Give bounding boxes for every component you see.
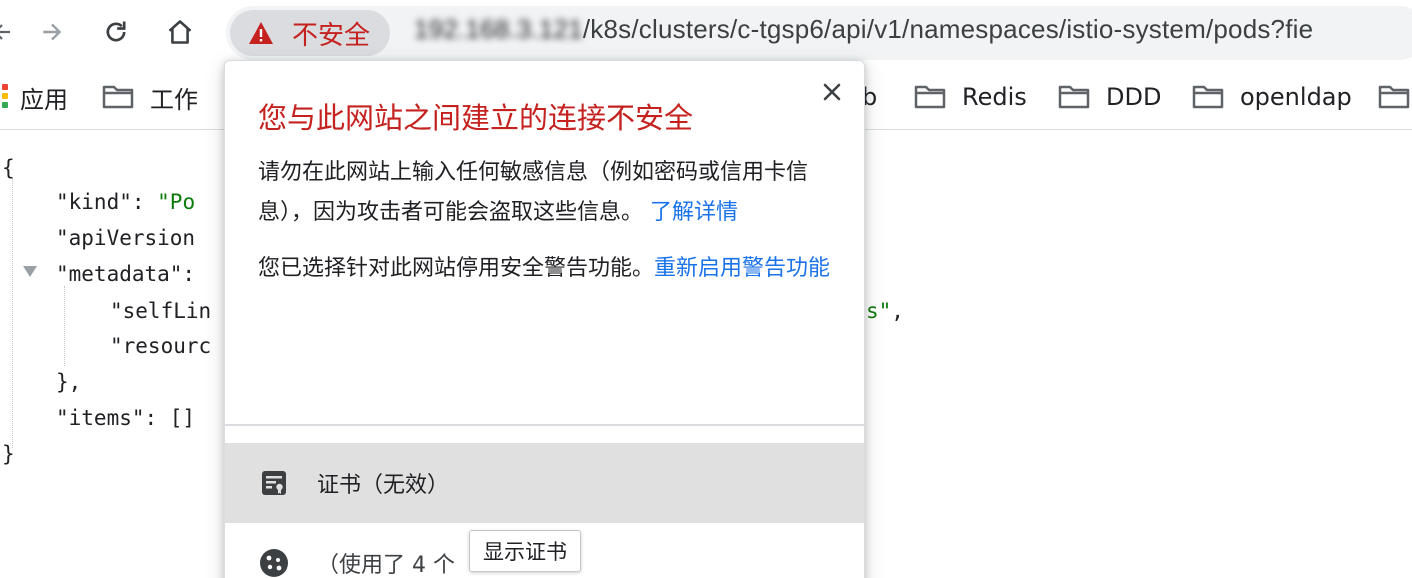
disabled-text: 您已选择针对此网站停用安全警告功能。 [258, 256, 655, 281]
security-chip-label: 不安全 [292, 20, 371, 51]
popup-body: 请勿在此网站上输入任何敏感信息（例如密码或信用卡信息），因为攻击者可能会盗取这些… [258, 153, 838, 289]
folder-icon [1378, 85, 1410, 109]
disabled-warning-paragraph: 您已选择针对此网站停用安全警告功能。重新启用警告功能 [258, 249, 838, 289]
url-text[interactable]: 192.168.3.121/k8s/clusters/c-tgsp6/api/v… [414, 14, 1313, 45]
show-certificate-tooltip: 显示证书 [469, 530, 581, 572]
json-line-apiversion: "apiVersion [56, 226, 196, 250]
back-arrow-icon[interactable] [0, 12, 22, 52]
json-open-brace: { [2, 156, 15, 180]
forward-arrow-icon[interactable] [32, 12, 72, 52]
json-key: "kind": [56, 190, 158, 214]
bookmark-label: openldap [1240, 83, 1352, 111]
cookie-icon [260, 549, 288, 577]
site-security-popup: 您与此网站之间建立的连接不安全 请勿在此网站上输入任何敏感信息（例如密码或信用卡… [224, 60, 865, 578]
insecure-warning-paragraph: 请勿在此网站上输入任何敏感信息（例如密码或信用卡信息），因为攻击者可能会盗取这些… [258, 153, 838, 233]
folder-icon [1058, 85, 1090, 109]
bookmark-label: 应用 [20, 85, 68, 114]
json-close-brace: } [2, 442, 15, 466]
apps-icon [2, 84, 8, 110]
url-host: 192.168.3.121 [414, 14, 583, 44]
bookmark-apps[interactable]: 应用 [2, 80, 68, 114]
bookmark-label: Redis [962, 83, 1027, 111]
certificate-icon [262, 471, 286, 495]
bookmark-folder-more[interactable] [1378, 80, 1412, 114]
home-icon[interactable] [160, 12, 200, 52]
popup-divider [225, 424, 864, 426]
json-line-metadata-close: }, [56, 370, 82, 394]
warning-triangle-icon [249, 22, 273, 44]
popup-title: 您与此网站之间建立的连接不安全 [258, 101, 694, 135]
json-line-selflink-tail: s", [866, 293, 904, 329]
close-icon[interactable] [817, 77, 847, 107]
security-indicator-button[interactable]: 不安全 [230, 10, 390, 56]
url-path: /k8s/clusters/c-tgsp6/api/v1/namespaces/… [582, 14, 1314, 44]
json-value: s" [866, 299, 892, 323]
json-line-resourceversion: "resourc [110, 334, 212, 358]
json-line-selflink: "selfLin [110, 299, 212, 323]
bookmark-folder-work[interactable]: 工作 [102, 80, 198, 114]
collapse-toggle-icon[interactable] [23, 266, 37, 277]
folder-icon [1192, 85, 1224, 109]
indent-guide [64, 286, 65, 366]
learn-more-link[interactable]: 了解详情 [650, 200, 738, 225]
certificate-row[interactable]: 证书（无效） [225, 443, 864, 523]
reenable-warnings-link[interactable]: 重新启用警告功能 [654, 256, 830, 281]
bookmark-label: 工作 [150, 85, 198, 114]
json-value: "Po [157, 190, 196, 214]
folder-icon [102, 85, 134, 109]
reload-icon[interactable] [96, 12, 136, 52]
json-line-kind: "kind": "Po [56, 184, 195, 220]
json-line-metadata: "metadata": [56, 262, 196, 286]
json-punct: , [891, 299, 904, 323]
json-line-items: "items": [] [56, 406, 196, 430]
bookmark-folder-redis[interactable]: Redis [914, 80, 1027, 114]
bookmark-folder-openldap[interactable]: openldap [1192, 80, 1352, 114]
indent-guide [12, 178, 13, 448]
certificate-label: 证书（无效） [317, 473, 450, 498]
browser-toolbar: 不安全 192.168.3.121/k8s/clusters/c-tgsp6/a… [0, 0, 1412, 66]
bookmark-label: DDD [1106, 83, 1162, 111]
bookmark-folder-ddd[interactable]: DDD [1058, 80, 1161, 114]
folder-icon [914, 85, 946, 109]
cookies-label: （使用了 4 个 [317, 553, 455, 578]
